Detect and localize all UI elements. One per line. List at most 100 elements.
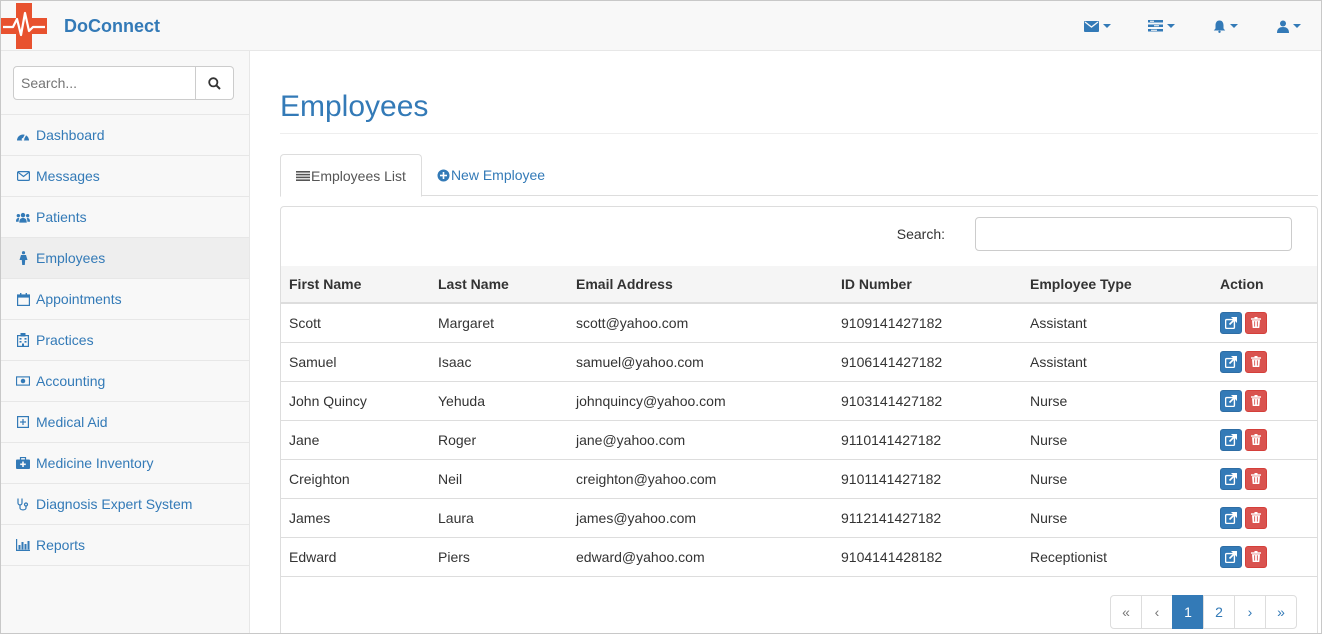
edit-button[interactable] bbox=[1220, 389, 1242, 412]
table-row: John Quincy Yehuda johnquincy@yahoo.com … bbox=[281, 381, 1317, 421]
pagination-page-2[interactable]: 2 bbox=[1203, 595, 1235, 629]
delete-button[interactable] bbox=[1245, 506, 1267, 529]
trash-icon bbox=[1251, 395, 1261, 406]
tasks-dropdown[interactable] bbox=[1129, 1, 1193, 51]
cell-action bbox=[1212, 342, 1317, 382]
cell-employee-type: Nurse bbox=[1022, 498, 1212, 538]
cell-employee-type: Nurse bbox=[1022, 381, 1212, 421]
tab-bar: Employees List New Employee bbox=[280, 154, 1318, 197]
plus-circle-icon bbox=[437, 169, 450, 181]
column-header-employee-type[interactable]: Employee Type bbox=[1022, 266, 1212, 304]
brand[interactable]: DoConnect bbox=[1, 1, 160, 51]
page-title: Employees bbox=[280, 90, 429, 123]
external-link-icon bbox=[1225, 316, 1237, 329]
messages-dropdown[interactable] bbox=[1065, 1, 1129, 51]
user-dropdown[interactable] bbox=[1257, 1, 1321, 51]
cell-id-number: 9112141427182 bbox=[833, 498, 1022, 538]
employees-table: First Name Last Name Email Address ID Nu… bbox=[281, 266, 1317, 577]
sidebar-item-appointments[interactable]: Appointments bbox=[1, 279, 249, 320]
cell-id-number: 9103141427182 bbox=[833, 381, 1022, 421]
tab-employees-list[interactable]: Employees List bbox=[280, 154, 422, 197]
cell-id-number: 9101141427182 bbox=[833, 459, 1022, 499]
sidebar-search-button[interactable] bbox=[196, 66, 234, 100]
cell-email: johnquincy@yahoo.com bbox=[568, 381, 833, 421]
sidebar-item-diagnosis-expert-system[interactable]: Diagnosis Expert System bbox=[1, 484, 249, 525]
sidebar-item-label: Appointments bbox=[36, 291, 122, 307]
cell-action bbox=[1212, 537, 1317, 577]
stethoscope-icon bbox=[16, 497, 30, 511]
tab-new-employee[interactable]: New Employee bbox=[422, 154, 560, 196]
delete-button[interactable] bbox=[1245, 311, 1267, 334]
pagination-last[interactable]: » bbox=[1265, 595, 1297, 629]
cell-id-number: 9106141427182 bbox=[833, 342, 1022, 382]
delete-button[interactable] bbox=[1245, 545, 1267, 568]
sidebar-item-reports[interactable]: Reports bbox=[1, 525, 249, 566]
pagination-page-1[interactable]: 1 bbox=[1172, 595, 1204, 629]
cell-last-name: Roger bbox=[430, 420, 568, 460]
external-link-icon bbox=[1225, 550, 1237, 563]
column-header-id-number[interactable]: ID Number bbox=[833, 266, 1022, 304]
external-link-icon bbox=[1225, 394, 1237, 407]
cell-email: james@yahoo.com bbox=[568, 498, 833, 538]
cell-action bbox=[1212, 420, 1317, 460]
alerts-dropdown[interactable] bbox=[1193, 1, 1257, 51]
delete-button[interactable] bbox=[1245, 428, 1267, 451]
pagination-first[interactable]: « bbox=[1110, 595, 1142, 629]
cell-id-number: 9104141428182 bbox=[833, 537, 1022, 577]
tab-label: New Employee bbox=[450, 167, 546, 183]
person-icon bbox=[16, 251, 30, 265]
users-icon bbox=[16, 210, 30, 224]
external-link-icon bbox=[1225, 355, 1237, 368]
trash-icon bbox=[1251, 473, 1261, 484]
medical-cross-logo-icon bbox=[1, 3, 47, 49]
delete-button[interactable] bbox=[1245, 350, 1267, 373]
sidebar-search-input[interactable] bbox=[13, 66, 196, 100]
cell-first-name: Samuel bbox=[281, 342, 430, 382]
column-header-first-name[interactable]: First Name bbox=[281, 266, 430, 304]
delete-button[interactable] bbox=[1245, 389, 1267, 412]
medkit-icon bbox=[16, 456, 30, 470]
cell-action bbox=[1212, 459, 1317, 499]
sidebar-item-label: Messages bbox=[36, 168, 100, 184]
envelope-icon bbox=[16, 169, 30, 183]
sidebar-item-label: Patients bbox=[36, 209, 87, 225]
sidebar-item-accounting[interactable]: Accounting bbox=[1, 361, 249, 402]
envelope-icon bbox=[1083, 20, 1099, 32]
table-row: James Laura james@yahoo.com 911214142718… bbox=[281, 498, 1317, 538]
pagination-previous[interactable]: ‹ bbox=[1141, 595, 1173, 629]
employees-panel: Search: First Name Last Name Email Addre… bbox=[280, 206, 1318, 633]
bell-icon bbox=[1213, 20, 1225, 33]
external-link-icon bbox=[1225, 472, 1237, 485]
cell-last-name: Laura bbox=[430, 498, 568, 538]
caret-down-icon bbox=[1293, 24, 1301, 28]
delete-button[interactable] bbox=[1245, 467, 1267, 490]
column-header-email-address[interactable]: Email Address bbox=[568, 266, 833, 304]
cell-last-name: Yehuda bbox=[430, 381, 568, 421]
table-search-input[interactable] bbox=[975, 217, 1292, 251]
edit-button[interactable] bbox=[1220, 350, 1242, 373]
edit-button[interactable] bbox=[1220, 506, 1242, 529]
sidebar-item-label: Practices bbox=[36, 332, 94, 348]
sidebar-item-messages[interactable]: Messages bbox=[1, 156, 249, 197]
edit-button[interactable] bbox=[1220, 428, 1242, 451]
column-header-last-name[interactable]: Last Name bbox=[430, 266, 568, 304]
sidebar-item-dashboard[interactable]: Dashboard bbox=[1, 115, 249, 156]
cell-action bbox=[1212, 303, 1317, 343]
cell-email: samuel@yahoo.com bbox=[568, 342, 833, 382]
edit-button[interactable] bbox=[1220, 467, 1242, 490]
main-content: Employees Employees List New Employee Se… bbox=[250, 51, 1321, 633]
pagination: « ‹ 1 2 › » bbox=[1110, 595, 1297, 629]
pagination-next[interactable]: › bbox=[1234, 595, 1266, 629]
cell-last-name: Piers bbox=[430, 537, 568, 577]
cell-employee-type: Nurse bbox=[1022, 459, 1212, 499]
sidebar-item-employees[interactable]: Employees bbox=[1, 238, 249, 279]
sidebar-search bbox=[1, 51, 249, 115]
cell-employee-type: Receptionist bbox=[1022, 537, 1212, 577]
sidebar-item-medicine-inventory[interactable]: Medicine Inventory bbox=[1, 443, 249, 484]
sidebar-item-label: Reports bbox=[36, 537, 86, 553]
edit-button[interactable] bbox=[1220, 311, 1242, 334]
sidebar-item-practices[interactable]: Practices bbox=[1, 320, 249, 361]
edit-button[interactable] bbox=[1220, 545, 1242, 568]
sidebar-item-medical-aid[interactable]: Medical Aid bbox=[1, 402, 249, 443]
sidebar-item-patients[interactable]: Patients bbox=[1, 197, 249, 238]
